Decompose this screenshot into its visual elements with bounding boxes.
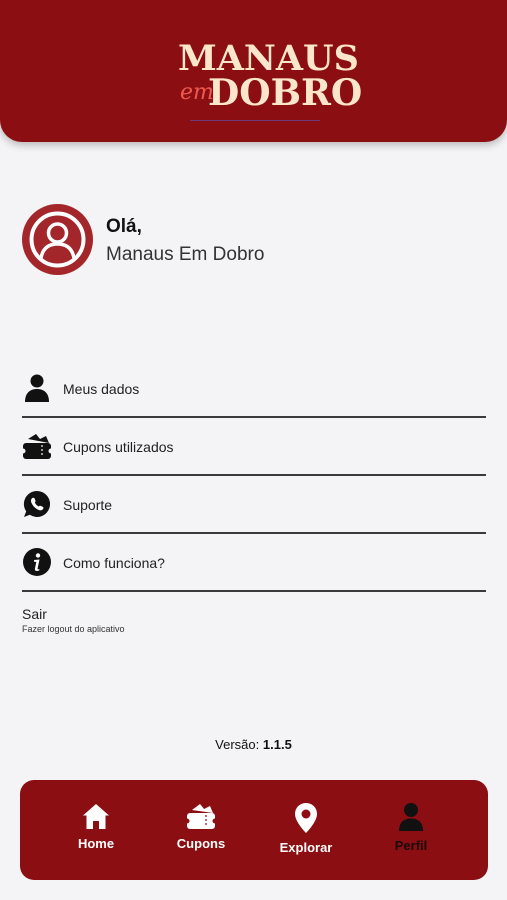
info-icon bbox=[23, 548, 51, 576]
profile-menu: Meus dados Cupons utilizados Suporte Com… bbox=[22, 360, 486, 592]
greeting-text: Olá, bbox=[106, 216, 142, 237]
nav-perfil[interactable]: Perfil bbox=[361, 802, 461, 862]
menu-item-label: Meus dados bbox=[63, 381, 140, 397]
coupons-icon bbox=[22, 434, 52, 459]
version-label: Versão: bbox=[215, 737, 260, 752]
version-number: 1.1.5 bbox=[262, 737, 292, 752]
nav-cupons[interactable]: Cupons bbox=[151, 802, 251, 862]
app-root: MANAUS em DOBRO Olá, Manaus Em Dobro Meu… bbox=[0, 0, 507, 900]
whatsapp-icon bbox=[23, 490, 51, 517]
user-name: Manaus Em Dobro bbox=[106, 244, 265, 265]
user-circle-icon bbox=[29, 211, 86, 268]
menu-item-label: Suporte bbox=[63, 497, 113, 513]
logo-underline bbox=[190, 120, 320, 121]
menu-item-como-funciona[interactable]: Como funciona? bbox=[22, 534, 486, 592]
app-header: MANAUS em DOBRO bbox=[0, 0, 507, 142]
logo-line2: DOBRO bbox=[208, 72, 363, 114]
nav-label: Cupons bbox=[176, 836, 226, 851]
home-icon bbox=[83, 804, 109, 829]
nav-label: Home bbox=[77, 836, 115, 851]
avatar bbox=[22, 204, 93, 275]
coupons-icon bbox=[185, 804, 217, 829]
nav-explorar[interactable]: Explorar bbox=[256, 802, 356, 862]
nav-label: Perfil bbox=[394, 838, 428, 853]
nav-label: Explorar bbox=[279, 840, 333, 855]
profile-card: Olá, Manaus Em Dobro bbox=[22, 204, 482, 276]
user-icon bbox=[399, 803, 423, 831]
map-pin-icon bbox=[295, 803, 317, 833]
logout-subtitle: Fazer logout do aplicativo bbox=[22, 624, 125, 634]
logout-button[interactable]: Sair Fazer logout do aplicativo bbox=[22, 606, 125, 634]
user-icon bbox=[25, 374, 49, 402]
menu-item-label: Como funciona? bbox=[63, 555, 165, 571]
bottom-navigation: Home Cupons Explorar Perfil bbox=[20, 780, 488, 880]
menu-item-suporte[interactable]: Suporte bbox=[22, 476, 486, 534]
app-version: Versão: 1.1.5 bbox=[0, 737, 507, 752]
menu-item-meus-dados[interactable]: Meus dados bbox=[22, 360, 486, 418]
nav-home[interactable]: Home bbox=[46, 802, 146, 862]
logout-title: Sair bbox=[22, 606, 47, 622]
logo: MANAUS em DOBRO bbox=[160, 34, 362, 126]
menu-item-cupons-utilizados[interactable]: Cupons utilizados bbox=[22, 418, 486, 476]
menu-item-label: Cupons utilizados bbox=[63, 439, 174, 455]
